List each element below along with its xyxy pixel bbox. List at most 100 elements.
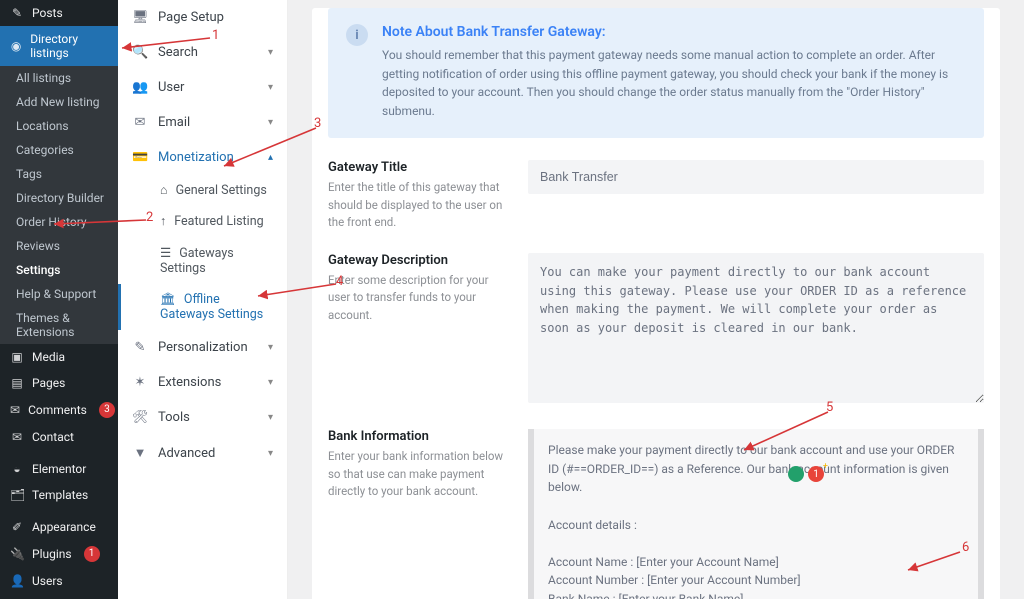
tab-label: Search bbox=[158, 45, 198, 60]
tab-label: Page Setup bbox=[158, 10, 224, 25]
field-help: Enter the title of this gateway that sho… bbox=[328, 179, 504, 231]
tab-monet-general[interactable]: ⌂General Settings bbox=[118, 175, 287, 206]
settings-card: i Note About Bank Transfer Gateway: You … bbox=[312, 8, 1000, 599]
sidebar-sub-themes[interactable]: Themes & Extensions bbox=[0, 306, 118, 344]
tab-page-setup[interactable]: 🖥 Page Setup bbox=[118, 0, 287, 35]
tab-monetization[interactable]: 💳 Monetization ▴ bbox=[118, 140, 287, 175]
sidebar-label: Directory listings bbox=[30, 32, 108, 60]
sidebar-label: Plugins bbox=[32, 547, 72, 561]
plugin-icon: 🔌 bbox=[10, 547, 24, 561]
sidebar-sub-reviews[interactable]: Reviews bbox=[0, 234, 118, 258]
plugins-badge: 1 bbox=[84, 546, 100, 562]
chevron-down-icon: ▾ bbox=[268, 448, 273, 459]
field-label: Gateway Description bbox=[328, 253, 504, 268]
monitor-icon: 🖥 bbox=[132, 10, 148, 25]
sidebar-label: Users bbox=[32, 574, 63, 588]
tab-monet-offline[interactable]: 🏛Offline Gateways Settings bbox=[118, 284, 287, 330]
sidebar-label: Templates bbox=[32, 488, 88, 502]
tab-label: Email bbox=[158, 115, 190, 130]
sidebar-sub-settings[interactable]: Settings bbox=[0, 258, 118, 282]
sidebar-item-posts[interactable]: ✎Posts bbox=[0, 0, 118, 26]
users-icon: 👤 bbox=[10, 574, 24, 588]
tab-label: User bbox=[158, 80, 184, 95]
spark-icon: ✶ bbox=[132, 375, 148, 390]
field-label: Gateway Title bbox=[328, 160, 504, 175]
helper-badges[interactable]: 1+ bbox=[788, 466, 824, 482]
sidebar-item-plugins[interactable]: 🔌 Plugins 1 bbox=[0, 540, 118, 568]
tab-label: Gateways Settings bbox=[160, 246, 234, 276]
info-icon: i bbox=[346, 24, 368, 46]
arrow-up-icon: ↑ bbox=[160, 214, 166, 229]
gateway-title-input[interactable] bbox=[528, 160, 984, 194]
comment-icon: ✉ bbox=[10, 403, 20, 417]
sidebar-sub-order[interactable]: Order History bbox=[0, 210, 118, 234]
filter-icon: ▼ bbox=[132, 445, 148, 461]
sidebar-label: Appearance bbox=[32, 520, 96, 534]
tab-advanced[interactable]: ▼ Advanced ▾ bbox=[118, 435, 287, 471]
pencil-icon: ✎ bbox=[132, 340, 148, 355]
page-icon: ▤ bbox=[10, 376, 24, 390]
chevron-down-icon: ▾ bbox=[268, 82, 273, 93]
tab-label: Advanced bbox=[158, 446, 215, 461]
tools-icon: 🛠 bbox=[132, 410, 148, 425]
sidebar-label: Media bbox=[32, 350, 65, 364]
sidebar-sub-add[interactable]: Add New listing bbox=[0, 90, 118, 114]
field-gateway-desc: Gateway Description Enter some descripti… bbox=[328, 253, 984, 407]
tab-email[interactable]: ✉ Email ▾ bbox=[118, 105, 287, 140]
tab-personalization[interactable]: ✎ Personalization ▾ bbox=[118, 330, 287, 365]
tab-label: Featured Listing bbox=[174, 214, 263, 229]
helper-green-icon bbox=[788, 466, 804, 482]
sidebar-item-comments[interactable]: ✉ Comments 3 bbox=[0, 396, 118, 424]
sliders-icon: ☰ bbox=[160, 246, 171, 261]
tab-label: General Settings bbox=[176, 183, 267, 198]
field-gateway-title: Gateway Title Enter the title of this ga… bbox=[328, 160, 984, 231]
gateway-desc-textarea[interactable]: You can make your payment directly to ou… bbox=[528, 253, 984, 403]
user-icon: 👥 bbox=[132, 80, 148, 95]
note-body: You should remember that this payment ga… bbox=[382, 46, 966, 120]
chevron-down-icon: ▾ bbox=[268, 117, 273, 128]
tab-label: Personalization bbox=[158, 340, 248, 355]
sidebar-sub-builder[interactable]: Directory Builder bbox=[0, 186, 118, 210]
sidebar-item-tools[interactable]: 🔧Tools bbox=[0, 594, 118, 599]
chevron-down-icon: ▾ bbox=[268, 47, 273, 58]
info-note: i Note About Bank Transfer Gateway: You … bbox=[328, 8, 984, 138]
sidebar-sub-categories[interactable]: Categories bbox=[0, 138, 118, 162]
sidebar-item-users[interactable]: 👤 Users bbox=[0, 568, 118, 594]
bank-icon: 🏛 bbox=[160, 292, 176, 307]
comments-badge: 3 bbox=[99, 402, 115, 418]
sidebar-item-templates[interactable]: 🗂 Templates bbox=[0, 482, 118, 508]
helper-red-icon: 1+ bbox=[808, 466, 824, 482]
tab-extensions[interactable]: ✶ Extensions ▾ bbox=[118, 365, 287, 400]
sidebar-item-media[interactable]: ▣ Media bbox=[0, 344, 118, 370]
chevron-down-icon: ▾ bbox=[268, 342, 273, 353]
sidebar-sub-tags[interactable]: Tags bbox=[0, 162, 118, 186]
sidebar-sub-help[interactable]: Help & Support bbox=[0, 282, 118, 306]
card-icon: 💳 bbox=[132, 150, 148, 165]
location-icon: ◉ bbox=[10, 39, 22, 53]
sidebar-item-contact[interactable]: ✉ Contact bbox=[0, 424, 118, 450]
sidebar-item-elementor[interactable]: ◒Elementor bbox=[0, 456, 118, 482]
tab-label: Monetization bbox=[158, 150, 234, 165]
mail-icon: ✉ bbox=[10, 430, 24, 444]
chevron-down-icon: ▾ bbox=[268, 412, 273, 423]
tab-monet-gateways[interactable]: ☰Gateways Settings bbox=[118, 237, 287, 284]
chevron-down-icon: ▾ bbox=[268, 377, 273, 388]
tab-search[interactable]: 🔍Search▾ bbox=[118, 35, 287, 70]
sidebar-label: Comments bbox=[28, 403, 87, 417]
sidebar-label: Contact bbox=[32, 430, 74, 444]
templates-icon: 🗂 bbox=[10, 488, 24, 502]
sidebar-item-directory[interactable]: ◉ Directory listings bbox=[0, 26, 118, 66]
sidebar-sub-locations[interactable]: Locations bbox=[0, 114, 118, 138]
tab-label: Extensions bbox=[158, 375, 221, 390]
sidebar-item-appearance[interactable]: ✐Appearance bbox=[0, 514, 118, 540]
sidebar-item-pages[interactable]: ▤Pages bbox=[0, 370, 118, 396]
tab-tools[interactable]: 🛠Tools▾ bbox=[118, 400, 287, 435]
media-icon: ▣ bbox=[10, 350, 24, 364]
tab-monet-featured[interactable]: ↑ Featured Listing bbox=[118, 206, 287, 237]
bank-info-editor[interactable]: Please make your payment directly to our… bbox=[528, 429, 984, 599]
chevron-up-icon: ▴ bbox=[268, 152, 273, 163]
email-icon: ✉ bbox=[132, 115, 148, 130]
sidebar-sub-all[interactable]: All listings bbox=[0, 66, 118, 90]
tab-user[interactable]: 👥 User ▾ bbox=[118, 70, 287, 105]
sidebar-label: Posts bbox=[32, 6, 63, 20]
